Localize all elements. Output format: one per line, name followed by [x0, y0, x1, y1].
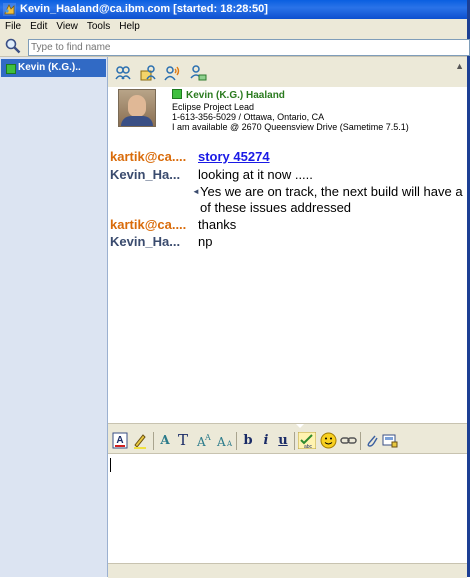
message-row: kartik@ca.... story 45274	[110, 149, 270, 165]
screen-capture-icon[interactable]	[382, 432, 398, 449]
spell-check-icon[interactable]: abc	[298, 432, 316, 449]
message-text: thanks	[198, 217, 237, 232]
add-participants-icon[interactable]	[114, 64, 132, 82]
emoticon-icon[interactable]	[320, 432, 337, 449]
title-bar[interactable]: Kevin_Haaland@ca.ibm.com [started: 18:28…	[0, 0, 467, 19]
sametime-icon	[3, 3, 16, 16]
message-text: Yes we are on track, the next build will…	[200, 184, 463, 199]
sidebar-item-kevin[interactable]: Kevin (K.G.)..	[1, 59, 106, 77]
menu-tools[interactable]: Tools	[82, 19, 114, 35]
highlight-icon[interactable]	[132, 432, 148, 449]
svg-text:A: A	[216, 435, 226, 449]
message-input[interactable]	[108, 454, 467, 562]
format-toolbar: A A T A A A A b i u abc	[108, 429, 467, 454]
message-sender: Kevin_Ha...	[110, 234, 181, 249]
window-title: Kevin_Haaland@ca.ibm.com [started: 18:28…	[20, 3, 268, 15]
svg-text:A: A	[204, 433, 211, 442]
menu-file[interactable]: File	[0, 19, 25, 35]
text-size-icon[interactable]: T	[175, 432, 191, 449]
message-sender: Kevin_Ha...	[110, 167, 181, 182]
insert-link-icon[interactable]	[340, 432, 357, 449]
message-row: Kevin_Ha... looking at it now .....	[110, 167, 313, 183]
message-sender: kartik@ca....	[110, 149, 187, 164]
contact-phone-location: 1-613-356-5029 / Ottawa, Ontario, CA	[172, 112, 325, 122]
attach-icon[interactable]	[364, 432, 380, 449]
send-file-icon[interactable]	[139, 64, 157, 82]
message-link[interactable]: story 45274	[198, 149, 270, 164]
message-sender: kartik@ca....	[110, 217, 187, 232]
grow-font-icon[interactable]: A A	[195, 432, 213, 449]
font-face-icon[interactable]: A	[157, 432, 173, 449]
contact-availability: I am available @ 2670 Queensview Drive (…	[172, 122, 409, 132]
status-bar	[108, 563, 467, 578]
menu-help[interactable]: Help	[114, 19, 144, 35]
message-text: np	[198, 234, 213, 249]
chat-transcript[interactable]: kartik@ca.... story 45274 Kevin_Ha... look…	[108, 145, 467, 423]
underline-button[interactable]: u	[276, 432, 290, 449]
search-bar	[0, 36, 470, 57]
text-caret	[110, 458, 111, 472]
sidebar-item-label: Kevin (K.G.)..	[18, 62, 81, 73]
svg-text:abc: abc	[304, 444, 313, 449]
message-row: Kevin_Ha... np	[110, 234, 212, 250]
search-icon	[5, 38, 21, 54]
chat-window: Kevin_Haaland@ca.ibm.com [started: 18:28…	[0, 0, 470, 578]
search-input[interactable]	[28, 39, 470, 56]
italic-button[interactable]: i	[259, 432, 273, 449]
collapse-arrow-icon[interactable]: ▲	[455, 61, 464, 71]
menu-edit[interactable]: Edit	[25, 19, 51, 35]
share-screen-icon[interactable]	[189, 64, 207, 82]
voice-call-icon[interactable]	[164, 64, 182, 82]
message-row: kartik@ca.... thanks	[110, 217, 236, 233]
menu-bar: File Edit View Tools Help	[0, 19, 467, 35]
chat-pane: ▲ Kevin (K.G.) Haaland Eclipse Project L…	[108, 57, 467, 578]
svg-text:A: A	[226, 440, 233, 448]
online-status-icon	[172, 89, 182, 99]
menu-view[interactable]: View	[51, 19, 82, 35]
message-text: looking at it now .....	[198, 167, 313, 182]
message-text: of these issues addressed	[200, 200, 352, 215]
chat-toolbar: ▲	[108, 57, 467, 87]
participant-list: Kevin (K.G.)..	[0, 57, 108, 577]
svg-text:A: A	[116, 435, 123, 446]
font-color-icon[interactable]: A	[112, 432, 128, 449]
contact-card: Kevin (K.G.) Haaland Eclipse Project Lea…	[108, 87, 467, 143]
shrink-font-icon[interactable]: A A	[216, 432, 234, 449]
avatar	[118, 89, 156, 127]
bold-button[interactable]: b	[241, 432, 255, 449]
contact-title: Eclipse Project Lead	[172, 102, 255, 112]
continuation-marker-icon: ◄	[192, 187, 200, 196]
online-status-icon	[6, 64, 16, 74]
contact-name: Kevin (K.G.) Haaland	[172, 89, 285, 101]
